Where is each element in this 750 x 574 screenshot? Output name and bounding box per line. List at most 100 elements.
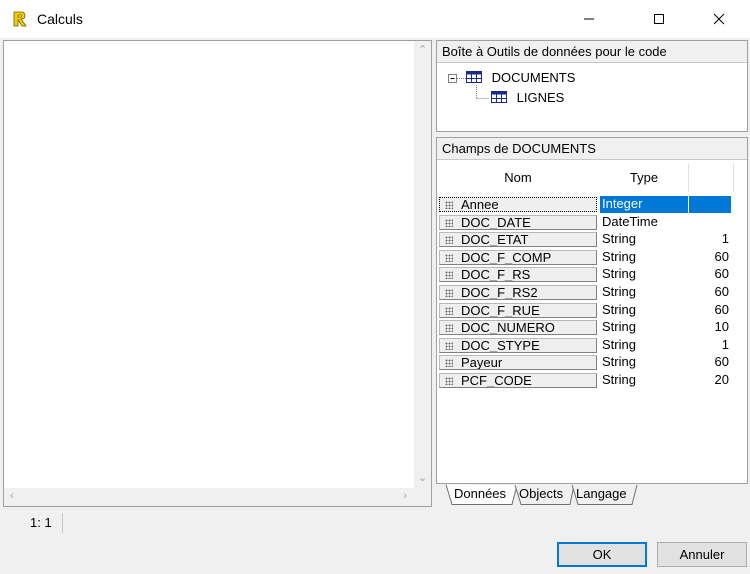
field-name-cell[interactable]: DOC_F_COMP <box>439 249 597 265</box>
table-row[interactable]: DOC_ETAT String 1 <box>439 231 733 249</box>
tab-langage[interactable]: Langage <box>572 484 631 504</box>
field-name: DOC_STYPE <box>461 337 540 353</box>
table-icon <box>466 71 482 83</box>
tree-node-documents[interactable]: DOCUMENTS <box>466 69 575 87</box>
column-divider <box>733 164 734 192</box>
title-bar: Calculs <box>0 0 750 38</box>
column-header-nom[interactable]: Nom <box>439 164 597 192</box>
toolbox-header: Boîte à Outils de données pour le code <box>437 41 747 63</box>
field-name-cell[interactable]: Payeur <box>439 355 597 371</box>
field-length-cell[interactable]: 20 <box>689 372 731 389</box>
tree-label-lignes: LIGNES <box>516 90 565 105</box>
field-type-cell[interactable]: String <box>600 231 688 248</box>
drag-handle-icon[interactable] <box>445 271 453 280</box>
field-name: DOC_F_RS <box>461 267 531 283</box>
field-type-cell[interactable]: String <box>600 249 688 266</box>
scroll-down-icon[interactable]: ⌄ <box>418 473 427 484</box>
status-separator <box>62 513 63 533</box>
drag-handle-icon[interactable] <box>445 289 453 297</box>
field-length-cell[interactable]: 10 <box>689 319 731 336</box>
close-button[interactable] <box>696 0 742 38</box>
field-name: DOC_F_COMP <box>461 249 552 265</box>
field-type-cell[interactable]: String <box>600 302 688 319</box>
table-row[interactable]: DOC_NUMERO String 10 <box>439 319 733 337</box>
minimize-button[interactable] <box>566 0 612 38</box>
field-length-cell[interactable]: 60 <box>689 284 731 301</box>
field-name-cell[interactable]: PCF_CODE <box>439 373 597 388</box>
field-type-cell[interactable]: String <box>600 354 688 371</box>
status-bar: 1: 1 <box>0 510 750 536</box>
field-name: DOC_F_RS2 <box>461 285 538 300</box>
table-row[interactable]: Annee Integer <box>439 196 733 214</box>
field-length-cell[interactable]: 1 <box>689 231 731 248</box>
table-row[interactable]: PCF_CODE String 20 <box>439 372 733 390</box>
field-name-cell[interactable]: DOC_F_RUE <box>439 302 597 318</box>
cursor-position: 1: 1 <box>30 515 52 530</box>
field-name: DOC_NUMERO <box>461 320 555 336</box>
tree-node-lignes[interactable]: LIGNES <box>491 89 564 107</box>
code-editor[interactable]: ⌃ ⌄ ‹ › <box>3 40 432 507</box>
field-type-cell[interactable]: String <box>600 337 688 354</box>
field-name-cell[interactable]: DOC_ETAT <box>439 232 597 248</box>
drag-handle-icon[interactable] <box>445 359 453 368</box>
field-name-cell[interactable]: DOC_F_RS <box>439 267 597 283</box>
field-type-cell[interactable]: DateTime <box>600 214 688 231</box>
close-icon <box>713 13 725 25</box>
fields-grid: Annee Integer DOC_DATE DateTime DOC_ETAT Stri… <box>437 196 747 396</box>
field-type-cell[interactable]: Integer <box>600 196 688 213</box>
toolbox-panel: Boîte à Outils de données pour le code D… <box>436 40 748 132</box>
table-row[interactable]: DOC_DATE DateTime <box>439 214 733 232</box>
field-length-cell[interactable]: 60 <box>689 354 731 371</box>
scroll-up-icon[interactable]: ⌃ <box>418 45 427 56</box>
drag-handle-icon[interactable] <box>445 253 453 262</box>
drag-handle-icon[interactable] <box>445 218 453 227</box>
scroll-right-icon[interactable]: › <box>403 491 407 502</box>
fields-header: Champs de DOCUMENTS <box>437 138 747 160</box>
field-length-cell[interactable]: 60 <box>689 302 731 319</box>
field-name-cell[interactable]: Annee <box>439 197 597 212</box>
field-length-cell[interactable]: 60 <box>689 249 731 266</box>
drag-handle-icon[interactable] <box>445 236 453 245</box>
window-title: Calculs <box>37 11 83 27</box>
fields-panel: Champs de DOCUMENTS Nom Type Annee Intege… <box>436 137 748 484</box>
field-length-cell[interactable] <box>689 214 731 231</box>
field-length-cell[interactable]: 1 <box>689 337 731 354</box>
field-type-cell[interactable]: String <box>600 319 688 336</box>
ok-button[interactable]: OK <box>557 542 647 567</box>
field-type-cell[interactable]: String <box>600 284 688 301</box>
field-name: DOC_ETAT <box>461 232 529 248</box>
table-row[interactable]: DOC_F_COMP String 60 <box>439 249 733 267</box>
field-name: Payeur <box>461 355 503 371</box>
drag-handle-icon[interactable] <box>445 324 453 333</box>
tab-objects[interactable]: Objects <box>515 484 567 504</box>
field-type-cell[interactable]: String <box>600 372 688 389</box>
cancel-button[interactable]: Annuler <box>657 542 747 567</box>
field-name-cell[interactable]: DOC_F_RS2 <box>439 285 597 300</box>
maximize-button[interactable] <box>636 0 682 38</box>
horizontal-scrollbar[interactable]: ‹ › <box>4 488 415 506</box>
table-row[interactable]: DOC_STYPE String 1 <box>439 337 733 355</box>
table-row[interactable]: DOC_F_RS String 60 <box>439 266 733 284</box>
field-length-cell[interactable]: 60 <box>689 266 731 283</box>
table-row[interactable]: DOC_F_RS2 String 60 <box>439 284 733 302</box>
tree-label-documents: DOCUMENTS <box>491 70 576 85</box>
drag-handle-icon[interactable] <box>445 306 453 315</box>
table-icon <box>491 91 507 103</box>
field-name-cell[interactable]: DOC_NUMERO <box>439 320 597 336</box>
drag-handle-icon[interactable] <box>445 201 453 209</box>
field-length-cell[interactable] <box>689 196 731 213</box>
table-row[interactable]: DOC_F_RUE String 60 <box>439 302 733 320</box>
field-type-cell[interactable]: String <box>600 266 688 283</box>
tab-donnees[interactable]: Données <box>450 484 510 504</box>
column-header-type[interactable]: Type <box>600 164 688 192</box>
vertical-scrollbar[interactable]: ⌃ ⌄ <box>414 41 431 488</box>
field-name-cell[interactable]: DOC_DATE <box>439 214 597 230</box>
drag-handle-icon[interactable] <box>445 377 453 385</box>
table-row[interactable]: Payeur String 60 <box>439 354 733 372</box>
field-name: Annee <box>461 197 499 212</box>
field-name: DOC_DATE <box>461 214 531 230</box>
field-name-cell[interactable]: DOC_STYPE <box>439 337 597 353</box>
drag-handle-icon[interactable] <box>445 341 453 350</box>
maximize-icon <box>654 14 664 24</box>
scroll-left-icon[interactable]: ‹ <box>10 491 14 502</box>
